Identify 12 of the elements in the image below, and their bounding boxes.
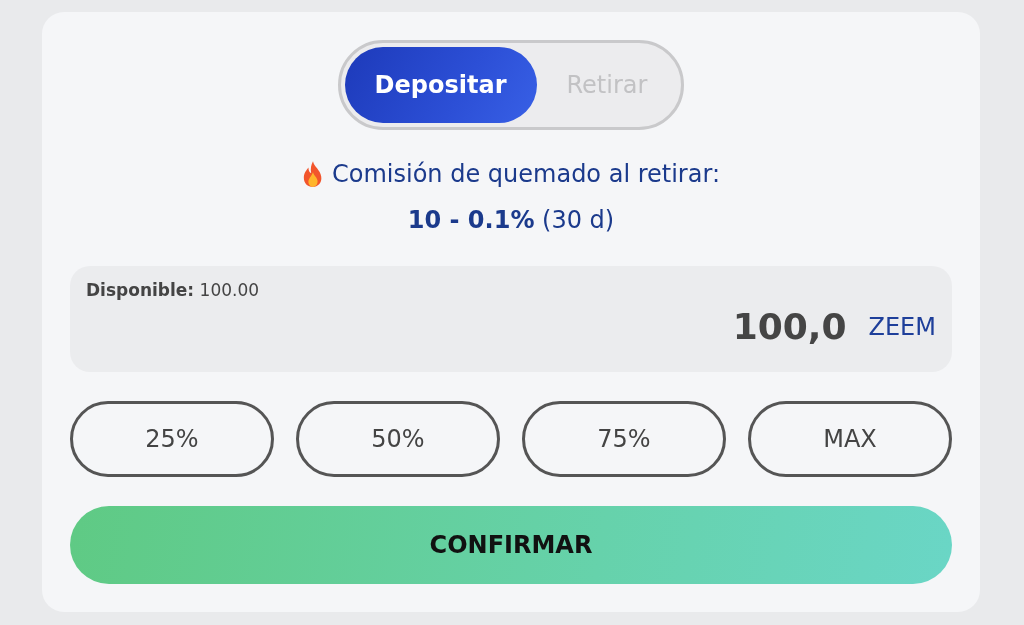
mode-tab[interactable]: Depositar	[344, 47, 537, 123]
percent-button[interactable]: 50%	[296, 401, 500, 477]
percent-button[interactable]: 75%	[522, 401, 726, 477]
available-balance: Disponible: 100.00	[86, 280, 260, 300]
amount-input[interactable]: 100,0	[731, 306, 847, 347]
percent-button[interactable]: MAX	[748, 401, 952, 477]
fire-icon	[302, 161, 324, 187]
fee-rate: 10 - 0.1% (30 d)	[407, 205, 615, 236]
currency-label: ZEEM	[868, 312, 936, 341]
percent-button[interactable]: 25%	[70, 401, 274, 477]
confirm-button[interactable]: CONFIRMAR	[70, 506, 952, 584]
fee-title: Comisión de quemado al retirar:	[332, 160, 720, 188]
